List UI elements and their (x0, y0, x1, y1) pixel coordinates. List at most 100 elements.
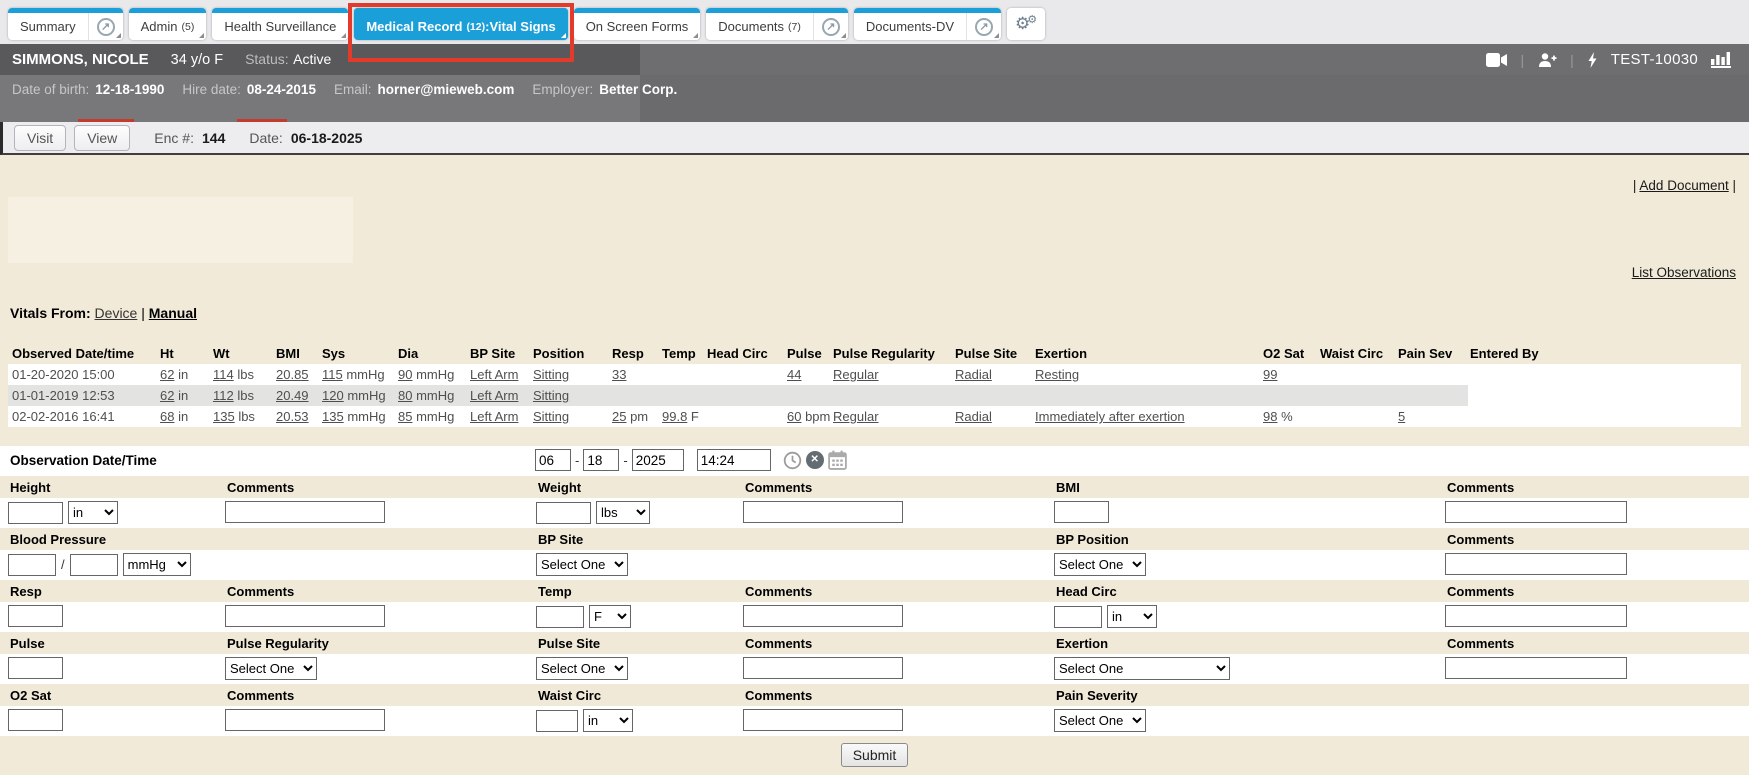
vital-value-link[interactable]: 98 (1263, 409, 1277, 424)
vitals-from-manual-link[interactable]: Manual (149, 305, 197, 321)
pulse-site-select[interactable]: Select One (536, 657, 628, 680)
vital-value-link[interactable]: 60 (787, 409, 801, 424)
comments-input[interactable] (225, 605, 385, 627)
vital-value-link[interactable]: 44 (787, 367, 801, 382)
add-person-icon[interactable] (1537, 52, 1557, 68)
vital-value-link[interactable]: Left Arm (470, 388, 518, 403)
vital-value-link[interactable]: 25 (612, 409, 626, 424)
head-circ-input[interactable] (1054, 606, 1102, 628)
comments-input[interactable] (225, 501, 385, 523)
add-document-link[interactable]: Add Document (1639, 178, 1728, 193)
vital-value-link[interactable]: 90 (398, 367, 412, 382)
bp-site-select[interactable]: Select One (536, 553, 628, 576)
vital-value-link[interactable]: 62 (160, 388, 174, 403)
weight-input[interactable] (536, 502, 591, 524)
comments-input[interactable] (1445, 657, 1627, 679)
tab-admin[interactable]: Admin(5) (129, 8, 207, 40)
comments-input[interactable] (225, 709, 385, 731)
view-button[interactable]: View (74, 125, 130, 151)
submit-button[interactable]: Submit (841, 743, 909, 767)
obs-day-input[interactable] (583, 449, 619, 471)
vital-value-link[interactable]: 68 (160, 409, 174, 424)
vital-value-link[interactable]: 20.53 (276, 409, 309, 424)
bmi-input[interactable] (1054, 501, 1109, 523)
comments-input[interactable] (1445, 605, 1627, 627)
comments-input[interactable] (743, 709, 903, 731)
vital-value-link[interactable]: Radial (955, 367, 992, 382)
chart-icon[interactable] (1711, 51, 1731, 68)
vital-value-link[interactable]: 115 (322, 367, 343, 382)
tab-documents[interactable]: Documents(7)↗ (706, 8, 848, 40)
tab-health-surveillance[interactable]: Health Surveillance (212, 8, 348, 40)
vital-value-link[interactable]: Regular (833, 367, 879, 382)
vital-value-link[interactable]: 20.85 (276, 367, 309, 382)
open-in-new-window-icon[interactable]: ↗ (88, 13, 123, 40)
blood-pressure-unit-select[interactable]: mmHg (123, 553, 191, 576)
obs-month-input[interactable] (535, 449, 571, 471)
lightning-bolt-icon[interactable] (1587, 52, 1598, 68)
exertion-select[interactable]: Select One (1054, 657, 1230, 680)
vital-value-link[interactable]: Left Arm (470, 409, 518, 424)
comments-input[interactable] (1445, 553, 1627, 575)
vital-value-link[interactable]: 120 (322, 388, 344, 403)
vital-value-link[interactable]: 112 (213, 388, 234, 403)
clear-datetime-icon[interactable]: ✕ (806, 451, 824, 469)
visit-button[interactable]: Visit (14, 125, 66, 151)
o2-sat-input[interactable] (8, 709, 63, 731)
vital-value-link[interactable]: 33 (612, 367, 626, 382)
blood-pressure-input[interactable] (8, 554, 56, 576)
vital-value-link[interactable]: Immediately after exertion (1035, 409, 1185, 424)
tab-medical-record[interactable]: Medical Record(12):Vital Signs (354, 8, 567, 40)
vitals-from-device-link[interactable]: Device (95, 305, 138, 321)
vital-value-link[interactable]: Radial (955, 409, 992, 424)
temp-unit-select[interactable]: F (589, 605, 631, 628)
height-input[interactable] (8, 502, 63, 524)
temp-input[interactable] (536, 606, 584, 628)
obs-time-input[interactable] (697, 449, 771, 471)
vital-value-link[interactable]: 135 (213, 409, 235, 424)
resp-input[interactable] (8, 605, 63, 627)
waist-circ-input[interactable] (536, 710, 578, 732)
video-camera-icon[interactable] (1486, 53, 1508, 67)
tab-summary[interactable]: Summary↗ (8, 8, 123, 40)
calendar-icon[interactable] (828, 450, 847, 470)
vital-value-link[interactable]: 99.8 (662, 409, 687, 424)
tab-on-screen-forms[interactable]: On Screen Forms (574, 8, 701, 40)
vital-value-link[interactable]: Regular (833, 409, 879, 424)
comments-input[interactable] (1445, 501, 1627, 523)
vital-value-link[interactable]: 135 (322, 409, 344, 424)
head-circ-unit-select[interactable]: in (1107, 605, 1157, 628)
open-in-new-window-icon[interactable]: ↗ (813, 13, 848, 40)
bp-position-select[interactable]: Select One (1054, 553, 1146, 576)
vital-value-link[interactable]: 20.49 (276, 388, 309, 403)
obs-year-input[interactable] (632, 449, 684, 471)
open-in-new-window-icon[interactable]: ↗ (966, 13, 1001, 40)
pain-severity-select[interactable]: Select One (1054, 709, 1146, 732)
vital-value-link[interactable]: Sitting (533, 409, 569, 424)
vital-value-link[interactable]: Sitting (533, 388, 569, 403)
vital-value-link[interactable]: 114 (213, 367, 234, 382)
list-observations-link[interactable]: List Observations (1632, 265, 1736, 280)
pulse-regularity-select[interactable]: Select One (225, 657, 317, 680)
vital-value-link[interactable]: Left Arm (470, 367, 518, 382)
vital-value-link[interactable]: 5 (1398, 409, 1405, 424)
vital-value-link[interactable]: 62 (160, 367, 174, 382)
vital-value-link[interactable]: Sitting (533, 367, 569, 382)
vital-value-link[interactable]: 85 (398, 409, 412, 424)
vital-value-link[interactable]: 80 (398, 388, 412, 403)
comments-input[interactable] (743, 501, 903, 523)
comments-input[interactable] (743, 605, 903, 627)
clock-icon[interactable] (783, 451, 802, 470)
weight-unit-select[interactable]: lbs (596, 501, 650, 524)
height-unit-select[interactable]: in (68, 501, 118, 524)
blood-pressure-input[interactable] (70, 554, 118, 576)
pulse-input[interactable] (8, 657, 63, 679)
settings-button[interactable]: ⚙ ⚙ (1007, 8, 1045, 40)
comments-input[interactable] (743, 657, 903, 679)
vital-value-link[interactable]: 99 (1263, 367, 1277, 382)
tab-documents-dv[interactable]: Documents-DV↗ (854, 8, 1001, 40)
vital-value-link[interactable]: Resting (1035, 367, 1079, 382)
waist-circ-unit-select[interactable]: in (583, 709, 633, 732)
field-label-pain-severity: Pain Severity (1056, 688, 1138, 703)
x-icon: ✕ (806, 451, 824, 469)
